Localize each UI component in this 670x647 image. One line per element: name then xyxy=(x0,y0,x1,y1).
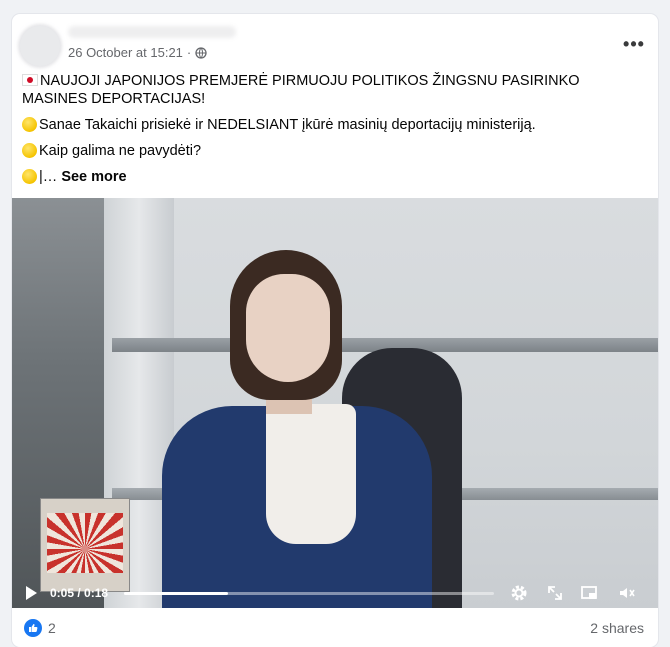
post-text: NAUJOJI JAPONIJOS PREMJERĖ PIRMUOJU POLI… xyxy=(22,72,642,194)
video-controls: 0:05 / 0:18 xyxy=(12,578,658,608)
meta-separator: · xyxy=(186,45,192,60)
post-line-1-text: NAUJOJI JAPONIJOS PREMJERĖ PIRMUOJU POLI… xyxy=(22,73,580,107)
page: 26 October at 15:21 · ••• NAUJOJI JAPONI… xyxy=(0,0,670,647)
facebook-post: 26 October at 15:21 · ••• NAUJOJI JAPONI… xyxy=(12,14,658,647)
mute-icon[interactable] xyxy=(618,584,636,602)
post-line-2: Sanae Takaichi prisiekė ir NEDELSIANT įk… xyxy=(22,116,642,134)
video-person-blouse xyxy=(266,404,356,544)
fullscreen-icon[interactable] xyxy=(546,584,564,602)
video-progress-bar[interactable] xyxy=(124,592,494,595)
post-line-4: |… See more xyxy=(22,168,642,186)
like-icon[interactable] xyxy=(24,619,42,637)
picture-in-picture-icon[interactable] xyxy=(580,584,598,602)
yellow-circle-icon xyxy=(22,117,37,132)
post-line-2-text: Sanae Takaichi prisiekė ir NEDELSIANT įk… xyxy=(39,117,536,133)
post-timestamp[interactable]: 26 October at 15:21 xyxy=(68,45,183,60)
shares-count[interactable]: 2 shares xyxy=(590,620,644,636)
video-player[interactable]: 0:05 / 0:18 xyxy=(12,198,658,608)
reaction-count[interactable]: 2 xyxy=(48,620,56,636)
post-meta: 26 October at 15:21 · xyxy=(68,45,207,60)
globe-icon xyxy=(195,46,207,59)
yellow-circle-icon xyxy=(22,143,37,158)
video-person-face xyxy=(246,274,330,382)
post-header: 26 October at 15:21 · ••• xyxy=(12,14,658,66)
see-more-link[interactable]: See more xyxy=(61,169,126,185)
avatar[interactable] xyxy=(20,26,60,66)
author-name-blurred[interactable] xyxy=(68,26,236,38)
rising-sun-graphic xyxy=(47,513,123,573)
video-progress-fill xyxy=(124,592,228,595)
yellow-circle-icon xyxy=(22,169,37,184)
post-line-3-text: Kaip galima ne pavydėti? xyxy=(39,143,202,159)
japan-flag-icon xyxy=(22,74,38,86)
post-footer: 2 2 shares xyxy=(12,614,658,644)
play-icon[interactable] xyxy=(26,586,37,600)
settings-gear-icon[interactable] xyxy=(510,584,528,602)
post-line-4-prefix: |… xyxy=(39,169,58,185)
post-line-1: NAUJOJI JAPONIJOS PREMJERĖ PIRMUOJU POLI… xyxy=(22,72,642,108)
post-line-3: Kaip galima ne pavydėti? xyxy=(22,142,642,160)
video-time: 0:05 / 0:18 xyxy=(50,586,109,600)
more-options-button[interactable]: ••• xyxy=(620,34,648,54)
